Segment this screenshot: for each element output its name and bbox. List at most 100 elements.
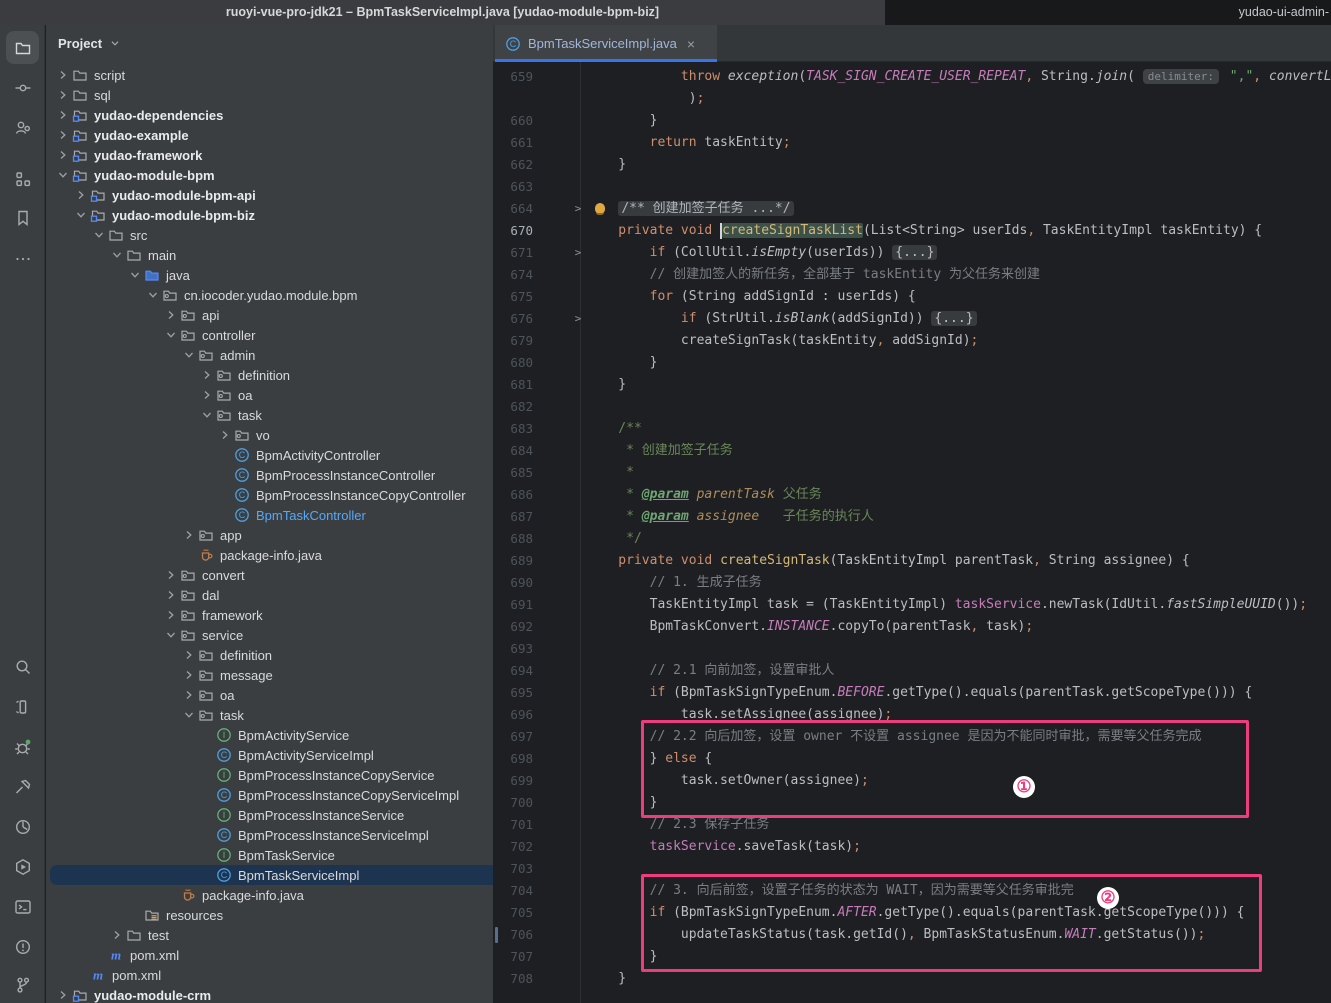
tree-item-task[interactable]: task <box>46 705 493 725</box>
chevron-down-icon[interactable] <box>91 227 107 243</box>
tree-item-framework[interactable]: framework <box>46 605 493 625</box>
code-editor[interactable]: 659 throw exception(TASK_SIGN_CREATE_USE… <box>493 62 1331 1003</box>
chevron-right-icon[interactable] <box>181 527 197 543</box>
project-panel-header[interactable]: Project <box>58 32 122 54</box>
tree-item-bpmactivityservice[interactable]: IBpmActivityService <box>46 725 493 745</box>
tree-item-controller[interactable]: controller <box>46 325 493 345</box>
tree-item-convert[interactable]: convert <box>46 565 493 585</box>
tree-item-java[interactable]: java <box>46 265 493 285</box>
tree-item-resources[interactable]: resources <box>46 905 493 925</box>
fold-arrow-icon[interactable]: > <box>571 198 585 220</box>
tree-item-definition[interactable]: definition <box>46 645 493 665</box>
tree-item-yudao-dependencies[interactable]: yudao-dependencies <box>46 105 493 125</box>
version-control-icon[interactable] <box>6 968 39 1001</box>
tree-item-vo[interactable]: vo <box>46 425 493 445</box>
chevron-right-icon[interactable] <box>55 107 71 123</box>
tree-item-bpmprocessinstanceserviceimpl[interactable]: CBpmProcessInstanceServiceImpl <box>46 825 493 845</box>
commit-icon[interactable] <box>6 71 39 104</box>
chevron-down-icon[interactable] <box>163 327 179 343</box>
chevron-right-icon[interactable] <box>163 607 179 623</box>
tree-item-bpmprocessinstancecopyserviceimpl[interactable]: CBpmProcessInstanceCopyServiceImpl <box>46 785 493 805</box>
fold-arrow-icon[interactable]: > <box>571 308 585 330</box>
chevron-right-icon[interactable] <box>199 387 215 403</box>
project-icon[interactable] <box>6 31 39 64</box>
tree-item-bpmprocessinstancecontroller[interactable]: CBpmProcessInstanceController <box>46 465 493 485</box>
tree-item-bpmactivitycontroller[interactable]: CBpmActivityController <box>46 445 493 465</box>
search-icon[interactable] <box>6 650 39 683</box>
tree-item-app[interactable]: app <box>46 525 493 545</box>
more-icon[interactable] <box>6 242 39 275</box>
editor-tab-bpmtaskserviceimpl[interactable]: C BpmTaskServiceImpl.java × <box>495 25 717 62</box>
tree-item-sql[interactable]: sql <box>46 85 493 105</box>
chevron-down-icon[interactable] <box>181 347 197 363</box>
tree-item-src[interactable]: src <box>46 225 493 245</box>
tree-item-cn-iocoder-yudao-module-bpm[interactable]: cn.iocoder.yudao.module.bpm <box>46 285 493 305</box>
tree-item-message[interactable]: message <box>46 665 493 685</box>
tree-item-bpmprocessinstancecopycontroller[interactable]: CBpmProcessInstanceCopyController <box>46 485 493 505</box>
structure-icon[interactable] <box>6 162 39 195</box>
run-icon[interactable] <box>6 850 39 883</box>
tree-item-bpmtaskcontroller[interactable]: CBpmTaskController <box>46 505 493 525</box>
tree-item-yudao-module-bpm-api[interactable]: yudao-module-bpm-api <box>46 185 493 205</box>
chevron-right-icon[interactable] <box>55 147 71 163</box>
tree-item-package-info-java[interactable]: package-info.java <box>46 885 493 905</box>
chevron-down-icon[interactable] <box>145 287 161 303</box>
tree-item-task[interactable]: task <box>46 405 493 425</box>
tree-item-yudao-module-crm[interactable]: yudao-module-crm <box>46 985 493 1003</box>
tree-item-pom-xml[interactable]: mpom.xml <box>46 945 493 965</box>
chevron-right-icon[interactable] <box>163 587 179 603</box>
build-icon[interactable] <box>6 770 39 803</box>
chevron-down-icon[interactable] <box>181 707 197 723</box>
profiler-icon[interactable] <box>6 810 39 843</box>
chevron-right-icon[interactable] <box>55 67 71 83</box>
tree-item-bpmprocessinstancecopyservice[interactable]: IBpmProcessInstanceCopyService <box>46 765 493 785</box>
tree-item-test[interactable]: test <box>46 925 493 945</box>
tree-item-pom-xml[interactable]: mpom.xml <box>46 965 493 985</box>
chevron-right-icon[interactable] <box>181 667 197 683</box>
tree-item-oa[interactable]: oa <box>46 685 493 705</box>
close-icon[interactable]: × <box>687 36 695 52</box>
tree-item-definition[interactable]: definition <box>46 365 493 385</box>
chevron-right-icon[interactable] <box>181 647 197 663</box>
chevron-down-icon[interactable] <box>55 167 71 183</box>
fold-arrow-icon[interactable]: > <box>571 242 585 264</box>
tree-item-api[interactable]: api <box>46 305 493 325</box>
services-icon[interactable] <box>6 690 39 723</box>
tree-item-yudao-example[interactable]: yudao-example <box>46 125 493 145</box>
tree-item-yudao-framework[interactable]: yudao-framework <box>46 145 493 165</box>
chevron-right-icon[interactable] <box>199 367 215 383</box>
debug-icon[interactable] <box>6 730 39 763</box>
chevron-right-icon[interactable] <box>55 127 71 143</box>
tree-item-script[interactable]: script <box>46 65 493 85</box>
tree-item-yudao-module-bpm-biz[interactable]: yudao-module-bpm-biz <box>46 205 493 225</box>
terminal-icon[interactable] <box>6 890 39 923</box>
tree-item-oa[interactable]: oa <box>46 385 493 405</box>
chevron-right-icon[interactable] <box>55 87 71 103</box>
chevron-right-icon[interactable] <box>163 307 179 323</box>
problems-icon[interactable] <box>6 930 39 963</box>
chevron-down-icon[interactable] <box>73 207 89 223</box>
chevron-down-icon[interactable] <box>127 267 143 283</box>
pull-requests-icon[interactable] <box>6 111 39 144</box>
tree-item-package-info-java[interactable]: package-info.java <box>46 545 493 565</box>
tree-item-main[interactable]: main <box>46 245 493 265</box>
chevron-right-icon[interactable] <box>181 687 197 703</box>
chevron-down-icon[interactable] <box>163 627 179 643</box>
chevron-right-icon[interactable] <box>73 187 89 203</box>
tree-item-yudao-module-bpm[interactable]: yudao-module-bpm <box>46 165 493 185</box>
tree-item-bpmactivityserviceimpl[interactable]: CBpmActivityServiceImpl <box>46 745 493 765</box>
tree-item-admin[interactable]: admin <box>46 345 493 365</box>
chevron-right-icon[interactable] <box>163 567 179 583</box>
tree-item-bpmtaskserviceimpl[interactable]: CBpmTaskServiceImpl <box>46 865 493 885</box>
tree-item-service[interactable]: service <box>46 625 493 645</box>
chevron-down-icon[interactable] <box>199 407 215 423</box>
chevron-down-icon[interactable] <box>109 247 125 263</box>
tree-item-label: task <box>220 708 244 723</box>
chevron-right-icon[interactable] <box>55 987 71 1003</box>
chevron-right-icon[interactable] <box>217 427 233 443</box>
tree-item-bpmtaskservice[interactable]: IBpmTaskService <box>46 845 493 865</box>
bookmarks-icon[interactable] <box>6 201 39 234</box>
tree-item-dal[interactable]: dal <box>46 585 493 605</box>
chevron-right-icon[interactable] <box>109 927 125 943</box>
tree-item-bpmprocessinstanceservice[interactable]: IBpmProcessInstanceService <box>46 805 493 825</box>
